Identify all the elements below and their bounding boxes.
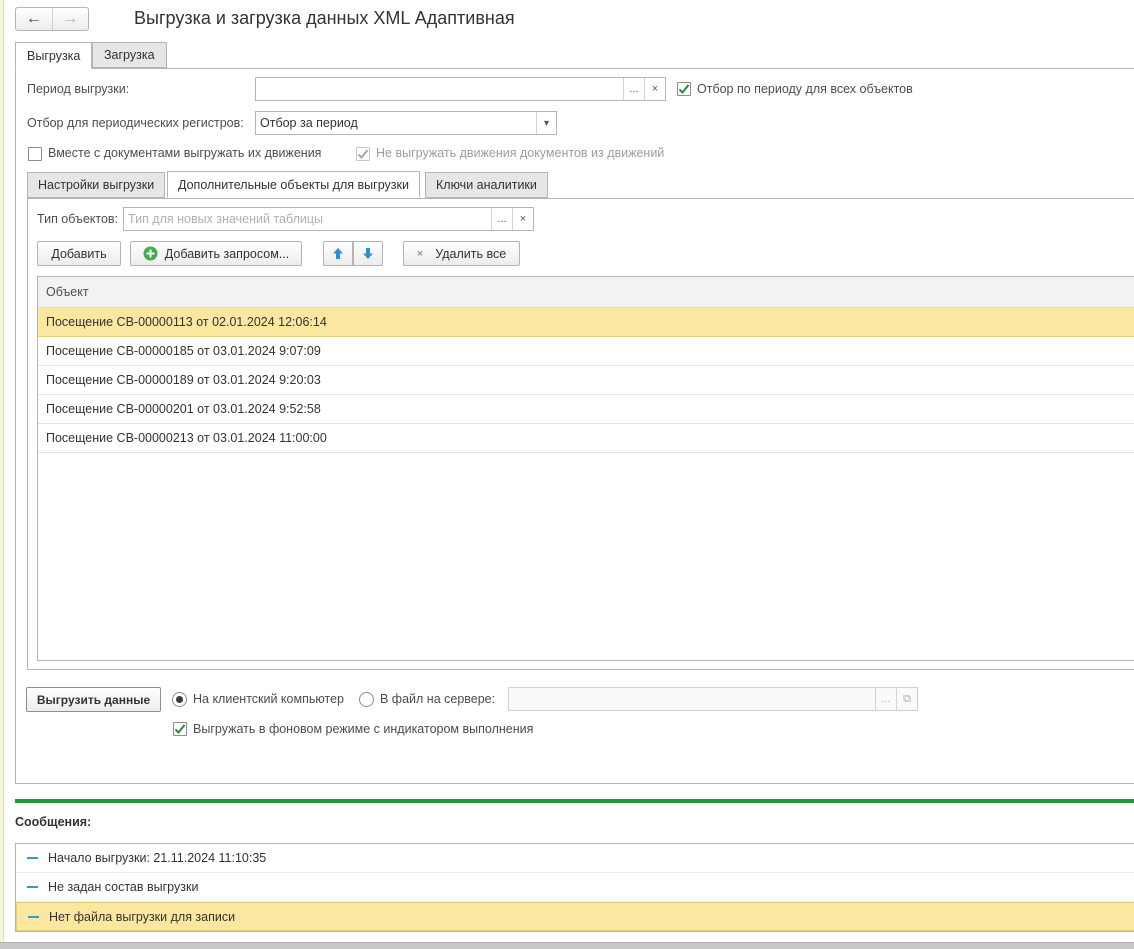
- tab-additional-objects[interactable]: Дополнительные объекты для выгрузки: [167, 171, 420, 198]
- dash-icon: [27, 857, 38, 859]
- back-arrow-icon[interactable]: ←: [16, 8, 53, 30]
- open-file-icon[interactable]: ⧉: [896, 688, 917, 710]
- tab-import[interactable]: Загрузка: [92, 42, 167, 68]
- messages-title: Сообщения:: [15, 815, 92, 829]
- column-header-object[interactable]: Объект: [38, 277, 1134, 308]
- periodic-registers-select[interactable]: Отбор за период ▾: [255, 111, 557, 135]
- tab-export-settings[interactable]: Настройки выгрузки: [27, 172, 166, 198]
- period-all-label: Отбор по периоду для всех объектов: [697, 82, 913, 96]
- tab-analytics-keys[interactable]: Ключи аналитики: [425, 172, 548, 198]
- checkmark-icon: [678, 84, 690, 94]
- object-type-select-button[interactable]: ...: [491, 208, 512, 230]
- destination-client-radio[interactable]: [172, 692, 187, 707]
- periodic-registers-label: Отбор для периодических регистров:: [27, 116, 244, 130]
- object-type-field[interactable]: Тип для новых значений таблицы ... ×: [123, 207, 534, 231]
- message-item[interactable]: Нет файла выгрузки для записи: [16, 902, 1134, 931]
- no-movements-checkbox[interactable]: [356, 147, 370, 161]
- background-mode-checkbox[interactable]: [173, 722, 187, 736]
- period-select-button[interactable]: ...: [623, 78, 644, 100]
- table-row[interactable]: Посещение СВ-00000213 от 03.01.2024 11:0…: [38, 424, 1134, 453]
- forward-arrow-icon[interactable]: →: [53, 8, 89, 30]
- object-type-placeholder: Тип для новых значений таблицы: [128, 212, 324, 226]
- table-row[interactable]: Посещение СВ-00000201 от 03.01.2024 9:52…: [38, 395, 1134, 424]
- chevron-down-icon[interactable]: ▾: [536, 112, 556, 134]
- navigation-buttons: ← →: [15, 7, 89, 31]
- server-file-select-button[interactable]: ...: [875, 688, 896, 710]
- with-movements-checkbox[interactable]: [28, 147, 42, 161]
- message-text: Начало выгрузки: 21.11.2024 11:10:35: [48, 851, 267, 865]
- arrow-down-icon: [363, 248, 373, 259]
- export-data-button[interactable]: Выгрузить данные: [26, 687, 161, 712]
- arrow-up-icon: [333, 248, 343, 259]
- delete-all-button[interactable]: × Удалить все: [403, 241, 520, 266]
- objects-table: Объект Посещение СВ-00000113 от 02.01.20…: [37, 276, 1134, 661]
- close-icon: ×: [416, 247, 424, 260]
- period-label: Период выгрузки:: [27, 82, 130, 96]
- table-row[interactable]: Посещение СВ-00000185 от 03.01.2024 9:07…: [38, 337, 1134, 366]
- checkmark-icon: [174, 724, 186, 734]
- destination-server-radio[interactable]: [359, 692, 374, 707]
- window-bottom-edge: [0, 942, 1134, 949]
- move-up-button[interactable]: [323, 241, 353, 266]
- object-type-label: Тип объектов:: [37, 212, 119, 226]
- add-by-query-button[interactable]: Добавить запросом...: [130, 241, 302, 266]
- add-button-label: Добавить: [51, 246, 107, 261]
- message-item[interactable]: Начало выгрузки: 21.11.2024 11:10:35: [16, 844, 1134, 873]
- server-file-field[interactable]: ... ⧉: [508, 687, 918, 711]
- period-clear-icon[interactable]: ×: [644, 78, 665, 100]
- messages-divider: [15, 799, 1134, 803]
- message-text: Нет файла выгрузки для записи: [49, 909, 236, 924]
- message-item[interactable]: Не задан состав выгрузки: [16, 873, 1134, 902]
- message-text: Не задан состав выгрузки: [48, 880, 199, 894]
- window-title: Выгрузка и загрузка данных XML Адаптивна…: [134, 8, 515, 28]
- destination-client-label: На клиентский компьютер: [193, 692, 344, 706]
- table-row[interactable]: Посещение СВ-00000189 от 03.01.2024 9:20…: [38, 366, 1134, 395]
- table-row[interactable]: Посещение СВ-00000113 от 02.01.2024 12:0…: [38, 308, 1134, 337]
- dash-icon: [28, 916, 39, 918]
- background-mode-label: Выгружать в фоновом режиме с индикатором…: [193, 722, 534, 736]
- periodic-registers-value: Отбор за период: [260, 116, 358, 130]
- delete-all-label: Удалить все: [435, 246, 507, 261]
- period-all-checkbox[interactable]: [677, 82, 691, 96]
- with-movements-label: Вместе с документами выгружать их движен…: [48, 146, 322, 160]
- add-button[interactable]: Добавить: [37, 241, 121, 266]
- plus-circle-icon: [143, 246, 158, 261]
- add-by-query-label: Добавить запросом...: [164, 246, 290, 261]
- dash-icon: [27, 886, 38, 888]
- period-field[interactable]: ... ×: [255, 77, 666, 101]
- destination-server-label: В файл на сервере:: [380, 692, 496, 706]
- messages-list: Начало выгрузки: 21.11.2024 11:10:35 Не …: [15, 843, 1134, 932]
- move-down-button[interactable]: [353, 241, 383, 266]
- checkmark-icon: [357, 149, 369, 159]
- radio-selected-dot: [176, 696, 183, 703]
- export-data-label: Выгрузить данные: [36, 692, 151, 707]
- no-movements-label: Не выгружать движения документов из движ…: [376, 146, 665, 160]
- window-left-edge: [0, 0, 4, 945]
- object-type-clear-icon[interactable]: ×: [512, 208, 533, 230]
- tab-export[interactable]: Выгрузка: [15, 42, 93, 69]
